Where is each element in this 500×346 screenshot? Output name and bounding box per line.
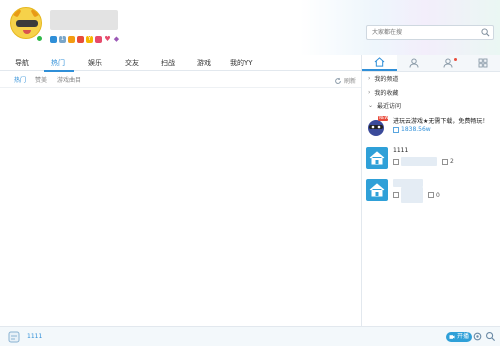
search-icon[interactable] <box>485 331 496 342</box>
tab-entertainment[interactable]: 娱乐 <box>88 58 102 68</box>
search-icon[interactable] <box>481 28 490 37</box>
footer-bar: 1111 开播 <box>0 326 500 346</box>
apps-grid-icon <box>478 58 488 68</box>
recent-item-meta: 0 <box>393 187 440 203</box>
viewer-count: 0 <box>436 191 440 199</box>
red-badge-2-icon[interactable] <box>95 36 102 43</box>
orange-badge-icon[interactable] <box>68 36 75 43</box>
avatar-mask <box>16 20 38 27</box>
viewers-icon <box>393 126 399 133</box>
subnav-hot[interactable]: 热门 <box>14 75 26 84</box>
tab-friends[interactable] <box>397 55 432 71</box>
settings-gear-icon[interactable] <box>472 331 483 342</box>
viewer-count: 2 <box>450 158 454 165</box>
channel-id-icon <box>393 158 399 165</box>
pk-icon[interactable] <box>50 36 57 43</box>
channel-id-blurred <box>401 157 437 166</box>
channel-house-icon <box>366 147 388 169</box>
recent-item-title-blurred <box>393 179 423 187</box>
recent-visits-section[interactable]: ⌄ 最近访问 <box>368 101 401 110</box>
recent-item[interactable]: 1111 2 <box>366 147 496 172</box>
subnav-game-tracks[interactable]: 游戏曲目 <box>57 75 81 84</box>
recent-item-title: 进玩云游戏★无需下载，免费畅玩！ <box>393 118 489 125</box>
avatar-ear-left <box>11 8 22 18</box>
avatar-mouth <box>23 30 31 34</box>
search-input[interactable] <box>367 26 475 39</box>
header: 1 Y ♥ ◆ <box>0 0 500 55</box>
panel-divider <box>361 55 362 326</box>
red-badge-icon[interactable] <box>77 36 84 43</box>
my-channels-label: 我的频道 <box>374 76 399 83</box>
level-icon[interactable]: 1 <box>59 36 66 43</box>
refresh-button[interactable]: 刷新 <box>334 76 356 85</box>
start-stream-button[interactable]: 开播 <box>446 332 473 342</box>
right-panel-tabs <box>362 55 500 72</box>
new-badge: NEW <box>379 115 389 120</box>
user-badges: 1 Y ♥ ◆ <box>50 36 120 43</box>
heart-icon[interactable]: ♥ <box>104 36 111 43</box>
notification-dot-icon <box>453 58 457 61</box>
online-status-icon[interactable] <box>36 35 43 42</box>
tab-social[interactable]: 交友 <box>125 58 139 68</box>
recent-item-meta: 1838.56w <box>393 126 431 133</box>
recent-item[interactable]: 0 <box>366 179 496 204</box>
chevron-right-icon: › <box>368 89 371 96</box>
person-icon <box>409 58 419 68</box>
channel-id-blurred <box>401 187 423 203</box>
tab-battle[interactable]: 扫战 <box>161 58 175 68</box>
recent-visits-label: 最近访问 <box>377 103 402 110</box>
user-card-icon[interactable] <box>7 330 21 344</box>
footer-user-name[interactable]: 1111 <box>27 333 42 340</box>
search-box[interactable] <box>366 25 494 40</box>
tab-my-yy[interactable]: 我的YY <box>230 58 253 68</box>
recent-item[interactable]: NEW 进玩云游戏★无需下载，免费畅玩！ 1838.56w <box>366 115 496 140</box>
main-nav: 导航 热门 娱乐 交友 扫战 游戏 我的YY <box>0 55 361 72</box>
refresh-icon <box>335 77 341 84</box>
channel-house-icon <box>366 179 388 201</box>
tab-nav[interactable]: 导航 <box>15 58 29 68</box>
start-stream-label: 开播 <box>457 333 470 340</box>
my-favorites-section[interactable]: › 我的收藏 <box>368 88 398 97</box>
chevron-down-icon: ⌄ <box>368 102 374 109</box>
viewers-icon <box>428 192 434 198</box>
chevron-right-icon: › <box>368 75 371 82</box>
tab-home[interactable] <box>362 55 397 71</box>
my-favorites-label: 我的收藏 <box>374 90 399 97</box>
refresh-label: 刷新 <box>344 78 357 85</box>
sub-nav: 热门 赞美 游戏曲目 刷新 <box>0 72 361 88</box>
yellow-badge-icon[interactable]: Y <box>86 36 93 43</box>
user-name-blurred <box>50 10 118 30</box>
recent-item-meta: 2 <box>393 157 454 166</box>
tab-hot[interactable]: 热门 <box>51 58 65 68</box>
tab-apps[interactable] <box>466 55 500 71</box>
diamond-icon[interactable]: ◆ <box>113 36 120 43</box>
viewers-icon <box>442 158 448 165</box>
subnav-praise[interactable]: 赞美 <box>35 75 47 84</box>
tab-games[interactable]: 游戏 <box>197 58 211 68</box>
home-icon <box>374 57 385 67</box>
viewer-count: 1838.56w <box>401 126 431 133</box>
my-channels-section[interactable]: › 我的频道 <box>368 74 398 83</box>
avatar[interactable] <box>10 7 42 39</box>
tab-contacts[interactable] <box>431 55 466 71</box>
camera-icon <box>449 335 455 339</box>
avatar-ear-right <box>30 8 41 18</box>
recent-item-title: 1111 <box>393 147 409 154</box>
contacts-icon <box>443 58 453 68</box>
channel-id-icon <box>393 192 399 198</box>
